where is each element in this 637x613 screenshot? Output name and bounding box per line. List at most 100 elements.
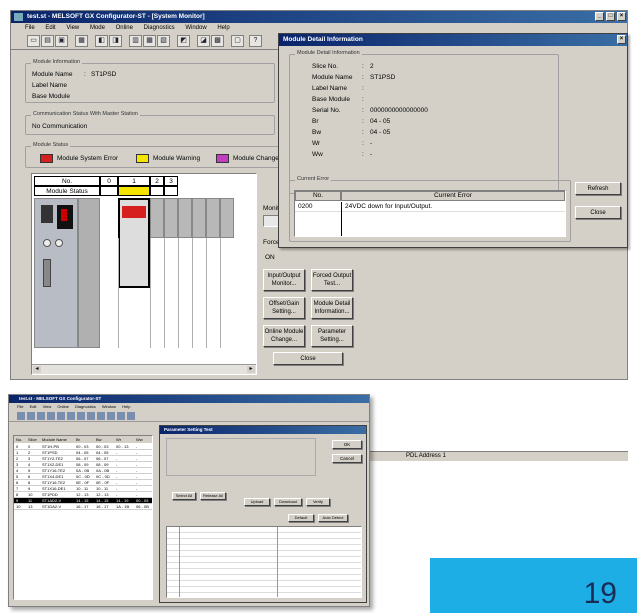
menu-view[interactable]: View	[66, 25, 79, 31]
maximize-button[interactable]: □	[606, 12, 615, 21]
inset-ok-button[interactable]: OK	[332, 440, 362, 449]
inset-auto-detect-button[interactable]: Auto Detect	[318, 514, 348, 522]
detail-title: Module Detail Information	[283, 36, 363, 43]
menu-edit[interactable]: Edit	[45, 25, 55, 31]
inset-release-all-button[interactable]: Release All	[200, 492, 226, 500]
scroll-right-icon[interactable]: ▸	[247, 366, 255, 373]
offset-gain-button[interactable]: Offset/Gain Setting...	[263, 297, 305, 319]
error-col-no[interactable]: No.	[295, 191, 341, 201]
comm-status-value: No Communication	[32, 123, 88, 130]
detail-field-colon: :	[362, 63, 364, 70]
inset-select-all-button[interactable]: Select All	[172, 492, 196, 500]
page-number-tab: 19	[430, 558, 637, 613]
minimize-button[interactable]: _	[595, 12, 604, 21]
online-change-button[interactable]: Online Module Change...	[263, 325, 305, 347]
module-status-label: Module Status	[31, 142, 71, 148]
settings-icon[interactable]: ▩	[211, 35, 224, 47]
detail-field-label: Serial No.	[312, 107, 341, 114]
status-bar: PDL Address 1	[370, 451, 628, 461]
slot-1-module-image	[118, 198, 150, 288]
app-icon	[14, 13, 23, 21]
print-icon[interactable]: ▦	[75, 35, 88, 47]
inset-table-cell: ST1DA2-V	[42, 504, 62, 509]
inset-menu-file[interactable]: File	[17, 404, 23, 409]
detail-field-value: 04 - 05	[370, 129, 391, 136]
detail-field-colon: :	[362, 140, 364, 147]
monitor-icon[interactable]: ▥	[129, 35, 142, 47]
main-close-button[interactable]: Close	[273, 352, 343, 365]
inset-menu-view[interactable]: View	[43, 404, 52, 409]
inset-list-header: No. Slice Module Name Br Bw Wr Ww	[14, 436, 152, 443]
inset-parameter-table[interactable]	[166, 526, 362, 598]
inset-download-button[interactable]: Download	[274, 498, 302, 506]
detail-field-value: 2	[370, 63, 374, 70]
parameter-setting-button[interactable]: Parameter Setting...	[311, 325, 353, 347]
module-information-group: Module Information Module Name : ST1PSD …	[25, 59, 275, 103]
inset-dialog-title: Parameter Setting Test	[164, 427, 213, 432]
forced-output-button[interactable]: Forced Output Test...	[311, 269, 353, 291]
write-icon[interactable]: ◨	[109, 35, 122, 47]
slot-7-module-image	[220, 198, 234, 238]
status-cell-3	[164, 186, 178, 196]
inset-menu-help[interactable]: Help	[122, 404, 130, 409]
inset-toolbar-icons[interactable]	[17, 412, 137, 420]
slot-6-module-image	[206, 198, 220, 238]
detail-close-button[interactable]: Close	[575, 206, 621, 219]
page-number: 19	[583, 577, 617, 610]
power-module-image	[78, 198, 100, 348]
inset-upload-button[interactable]: Upload	[244, 498, 270, 506]
error-col-current[interactable]: Current Error	[341, 191, 565, 201]
menu-diagnostics[interactable]: Diagnostics	[144, 25, 175, 31]
inset-module-list[interactable]: No. Slice Module Name Br Bw Wr Ww 0 0 ST1H…	[13, 435, 153, 600]
inset-cancel-button[interactable]: Cancel	[332, 454, 362, 463]
detail-field-label: Br	[312, 118, 319, 125]
open-folder-icon[interactable]: ▤	[41, 35, 54, 47]
status-cell-1-warning	[118, 186, 150, 196]
detail-title-bar: Module Detail Information ×	[279, 34, 627, 46]
verify-icon[interactable]: ▧	[157, 35, 170, 47]
detail-field-label: Base Module	[312, 96, 350, 103]
horizontal-scrollbar[interactable]: ◂ ▸	[32, 364, 256, 374]
detail-close-icon[interactable]: ×	[617, 35, 626, 44]
label-name-label: Label Name	[32, 82, 68, 89]
detail-info-label: Module Detail Information	[295, 50, 362, 56]
refresh-button[interactable]: Refresh	[575, 182, 621, 195]
system-error-label: Module System Error	[57, 155, 119, 162]
inset-menu-diagnostics[interactable]: Diagnostics	[75, 404, 96, 409]
new-file-icon[interactable]: ▭	[27, 35, 40, 47]
close-window-button[interactable]: ×	[617, 12, 626, 21]
inset-table-row[interactable]: 10 13 ST1DA2-V 16 - 17 16 - 17 1A - 1B 06 - 0B	[14, 504, 152, 510]
status-cell-2	[150, 186, 164, 196]
help-icon[interactable]: ?	[249, 35, 262, 47]
rack-view[interactable]: No. 0 1 2 3 Module Status ◂ ▸	[31, 173, 257, 375]
module-change-label: Module Change	[233, 155, 279, 162]
menu-file[interactable]: File	[25, 25, 35, 31]
menu-mode[interactable]: Mode	[90, 25, 105, 31]
detail-field-colon: :	[362, 96, 364, 103]
io-monitor-button[interactable]: Input/Output Monitor...	[263, 269, 305, 291]
error-row-no: 0200	[298, 203, 313, 210]
diagnosis-icon[interactable]: ◩	[177, 35, 190, 47]
warning-swatch	[136, 154, 149, 163]
inset-menu-edit[interactable]: Edit	[30, 404, 37, 409]
inset-menu-window[interactable]: Window	[102, 404, 116, 409]
inset-table-cell: 16 - 17	[96, 504, 109, 509]
inset-default-button[interactable]: Default	[288, 514, 314, 522]
inset-menu-online[interactable]: Online	[57, 404, 69, 409]
slot-5-module-image	[192, 198, 206, 238]
menu-online[interactable]: Online	[116, 25, 133, 31]
inset-verify-button[interactable]: Verify	[306, 498, 330, 506]
menu-help[interactable]: Help	[217, 25, 229, 31]
detail-field-label: Bw	[312, 129, 322, 136]
read-icon[interactable]: ◧	[95, 35, 108, 47]
comm-status-label: Communication Status With Master Station	[31, 111, 140, 117]
scroll-left-icon[interactable]: ◂	[33, 366, 41, 373]
save-icon[interactable]: ▣	[55, 35, 68, 47]
module-detail-button[interactable]: Module Detail Information...	[311, 297, 353, 319]
grid-icon[interactable]: ▦	[143, 35, 156, 47]
menu-window[interactable]: Window	[185, 25, 206, 31]
system-monitor-icon[interactable]: ◪	[197, 35, 210, 47]
status-bar-text: PDL Address 1	[406, 453, 446, 459]
window-icon[interactable]: ▢	[231, 35, 244, 47]
error-row[interactable]: 0200 24VDC down for Input/Output.	[295, 202, 565, 236]
